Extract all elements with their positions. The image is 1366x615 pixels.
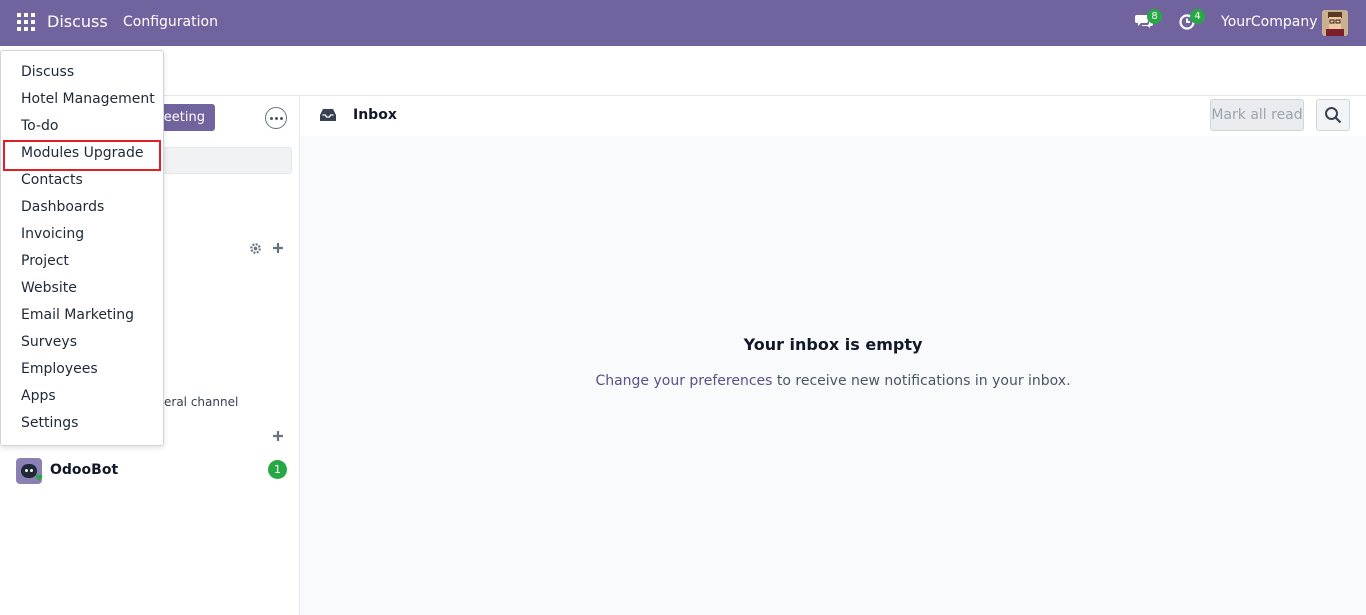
menu-item-modules-upgrade[interactable]: Modules Upgrade — [1, 140, 163, 171]
menu-item-settings[interactable]: Settings — [1, 410, 163, 437]
unread-counter-badge: 1 — [268, 460, 287, 479]
menu-item-email-marketing[interactable]: Email Marketing — [1, 302, 163, 329]
menu-item-discuss[interactable]: Discuss — [1, 59, 163, 86]
app-brand[interactable]: Discuss — [47, 12, 108, 31]
menu-configuration[interactable]: Configuration — [123, 14, 218, 30]
activity-count-badge: 4 — [1190, 9, 1205, 24]
thread-header: Inbox Mark all read — [300, 96, 1366, 136]
plus-icon[interactable] — [272, 242, 284, 254]
plus-icon[interactable] — [272, 430, 284, 442]
chat-count-badge: 8 — [1147, 9, 1162, 24]
thread-title: Inbox — [353, 107, 397, 123]
menu-item-project[interactable]: Project — [1, 248, 163, 275]
empty-inbox-title: Your inbox is empty — [743, 335, 923, 354]
search-button[interactable] — [1316, 99, 1350, 131]
menu-item-invoicing[interactable]: Invoicing — [1, 221, 163, 248]
messages-systray[interactable]: 8 — [1135, 9, 1162, 32]
mark-all-read-button[interactable]: Mark all read — [1210, 99, 1304, 131]
menu-item-employees[interactable]: Employees — [1, 356, 163, 383]
search-icon — [1325, 107, 1342, 124]
menu-item-website[interactable]: Website — [1, 275, 163, 302]
empty-inbox-text: Change your preferences to receive new n… — [300, 373, 1366, 389]
menu-item-hotel-management[interactable]: Hotel Management — [1, 86, 163, 113]
company-switcher[interactable]: YourCompany — [1221, 14, 1318, 30]
online-status-icon: ♥ — [35, 474, 44, 484]
menu-item-to-do[interactable]: To-do — [1, 113, 163, 140]
thread-panel: Inbox Mark all read Your inbox is empty … — [300, 96, 1366, 615]
control-panel — [0, 46, 1366, 96]
empty-inbox-description: to receive new notifications in your inb… — [772, 373, 1071, 389]
top-navbar: Discuss Configuration 8 4 YourCompany — [0, 0, 1366, 46]
channel-general-label[interactable]: eral channel — [164, 395, 238, 409]
sidebar-search-input[interactable] — [150, 147, 292, 174]
avatar[interactable] — [1322, 10, 1348, 36]
grid-icon — [17, 13, 21, 17]
inbox-icon — [320, 109, 336, 121]
change-preferences-link[interactable]: Change your preferences — [595, 373, 772, 389]
menu-item-dashboards[interactable]: Dashboards — [1, 194, 163, 221]
menu-item-contacts[interactable]: Contacts — [1, 167, 163, 194]
activities-systray[interactable]: 4 — [1178, 9, 1205, 32]
apps-menu-button[interactable] — [17, 13, 35, 31]
menu-item-surveys[interactable]: Surveys — [1, 329, 163, 356]
chat-item-name: OdooBot — [50, 462, 119, 478]
ellipsis-icon[interactable] — [265, 107, 287, 129]
gear-icon[interactable] — [249, 242, 262, 255]
apps-dropdown-menu: Discuss Hotel Management To-do Modules U… — [0, 50, 164, 446]
chat-item-odoobot[interactable]: ♥ OdooBot 1 — [0, 456, 299, 484]
menu-item-apps[interactable]: Apps — [1, 383, 163, 410]
